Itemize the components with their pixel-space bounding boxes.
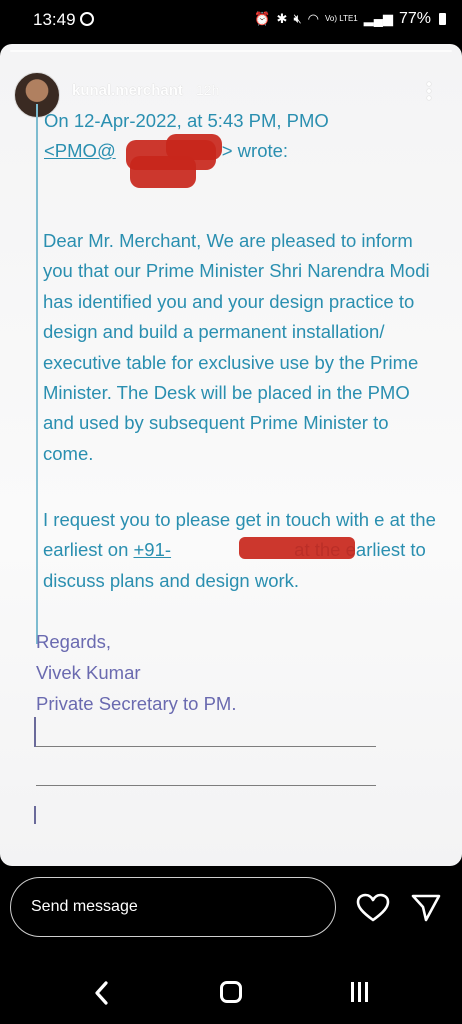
send-icon[interactable] [410,893,442,923]
email-paragraph-1: Dear Mr. Merchant, We are pleased to inf… [43,230,430,464]
send-message-input[interactable]: Send message [10,877,336,937]
heart-icon[interactable] [356,893,390,923]
signal-icon: ▂▄▆ [363,11,393,26]
email-header-line1: On 12-Apr-2022, at 5:43 PM, PMO [44,110,329,131]
home-icon[interactable] [220,981,242,1003]
story-time-ago: 12h [196,82,220,98]
cursor-line [34,806,36,824]
email-address-start: <PMO@ [44,140,116,161]
email-quote-bar [36,104,38,644]
battery-icon [439,13,446,25]
more-options-icon[interactable] [424,82,434,104]
signature-title: Private Secretary to PM. [36,693,237,714]
signature-name: Vivek Kumar [36,662,141,683]
divider-line [36,746,376,747]
status-bar: 13:49 ⏰ ✱ 🔇︎ ◠ Vo) LTE1 ▂▄▆ 77% [0,0,462,40]
story-card[interactable]: kunal.merchant 12h On 12-Apr-2022, at 5:… [0,44,462,866]
email-header-wrote: > wrote: [221,140,289,161]
divider-line [36,785,376,786]
story-username[interactable]: kunal.merchant [72,82,183,99]
network-label: Vo) LTE1 [324,14,358,23]
recent-apps-icon[interactable] [351,982,368,1002]
story-progress-bar [10,50,452,52]
battery-percent: 77% [398,10,431,27]
redaction-mark [239,537,355,559]
signature-regards: Regards, [36,631,112,652]
back-icon[interactable] [92,980,112,1006]
wifi-icon: ◠ [307,11,319,26]
status-right: ⏰ ✱ 🔇︎ ◠ Vo) LTE1 ▂▄▆ 77% [254,10,446,28]
phone-number: +91- [133,539,172,561]
mute-icon: 🔇︎ [293,11,302,26]
whatsapp-icon [80,12,94,26]
bluetooth-icon: ✱ [276,11,288,26]
status-time: 13:49 [33,10,76,29]
alarm-icon: ⏰ [254,11,271,26]
cursor-line [34,717,36,747]
redaction-mark [130,156,196,188]
redaction-mark [166,134,222,160]
send-message-placeholder: Send message [31,898,138,915]
